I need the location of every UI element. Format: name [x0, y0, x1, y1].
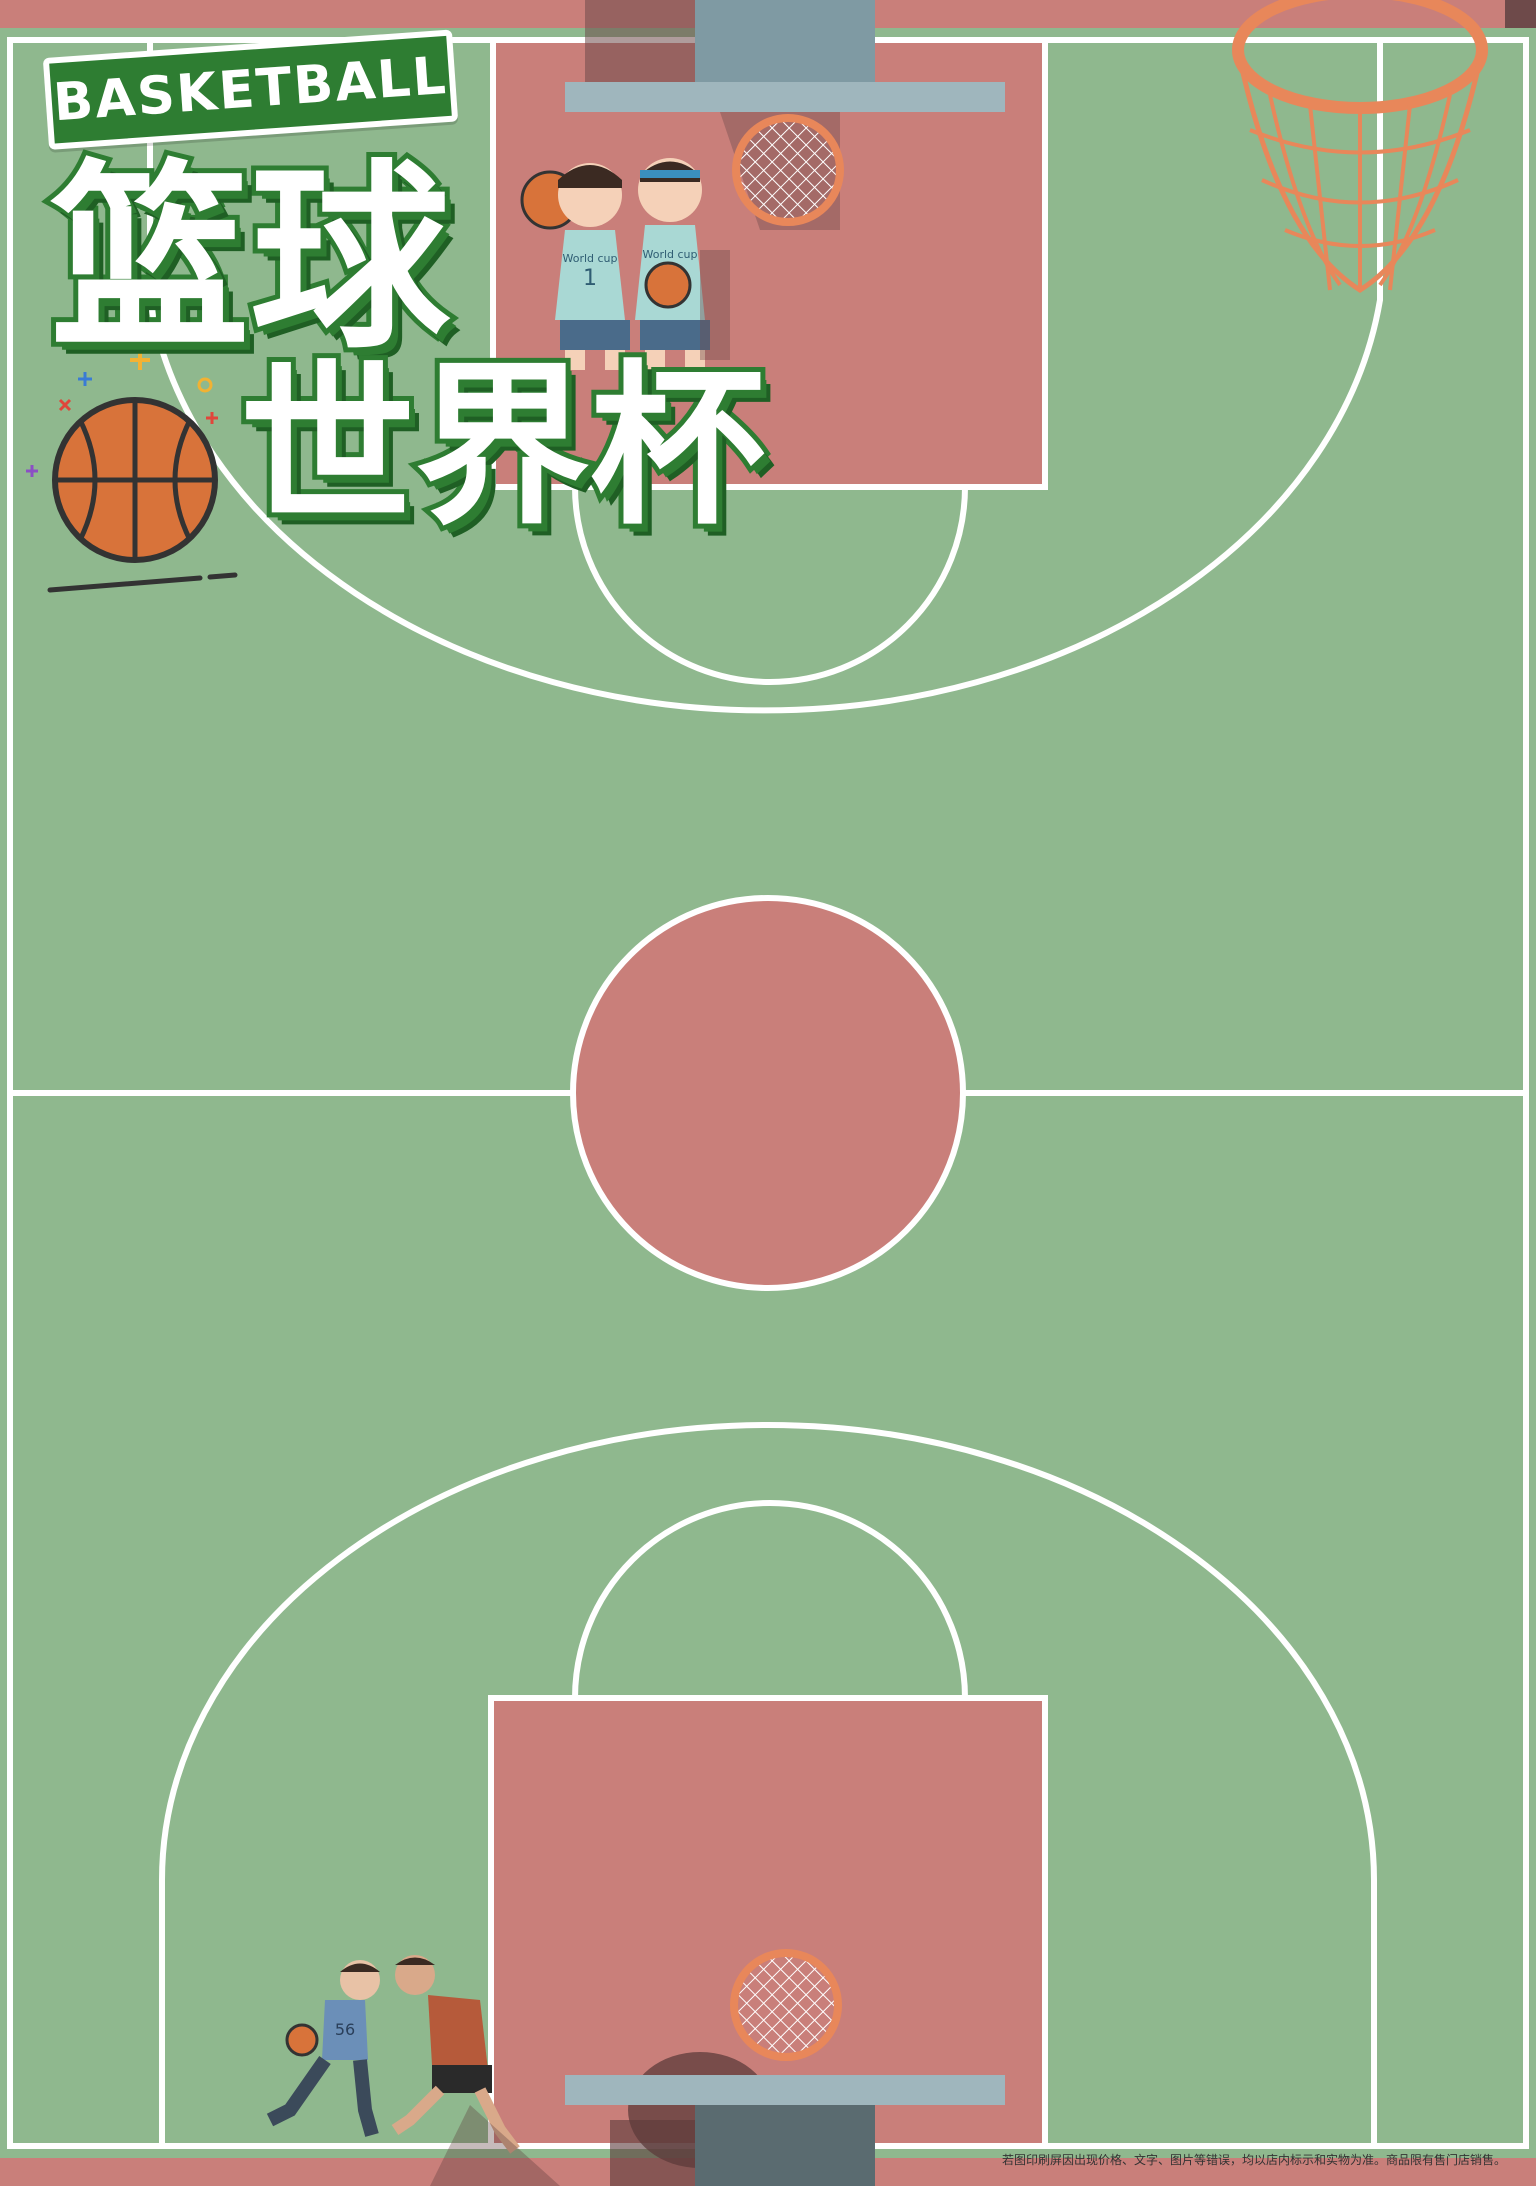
top-backboard-post	[695, 0, 875, 82]
bottom-backboard	[565, 2075, 1005, 2105]
bottom-hoop-icon	[730, 1949, 842, 2061]
title-line-1: 篮球	[45, 143, 455, 376]
top-hoop-icon	[732, 114, 844, 226]
basketball-icon	[52, 397, 218, 563]
title-line-2: 世界杯	[235, 346, 770, 549]
fine-print: 若图印刷屏因出现价格、文字、图片等错误，均以店内标示和实物为准。商品限有售门店销…	[1001, 2153, 1506, 2167]
poster: 1 World cup World cup 56 BASKETBALL 篮球 世…	[0, 0, 1536, 2186]
bottom-backboard-post	[695, 2105, 875, 2186]
top-backboard	[565, 82, 1005, 112]
center-circle	[570, 895, 966, 1291]
